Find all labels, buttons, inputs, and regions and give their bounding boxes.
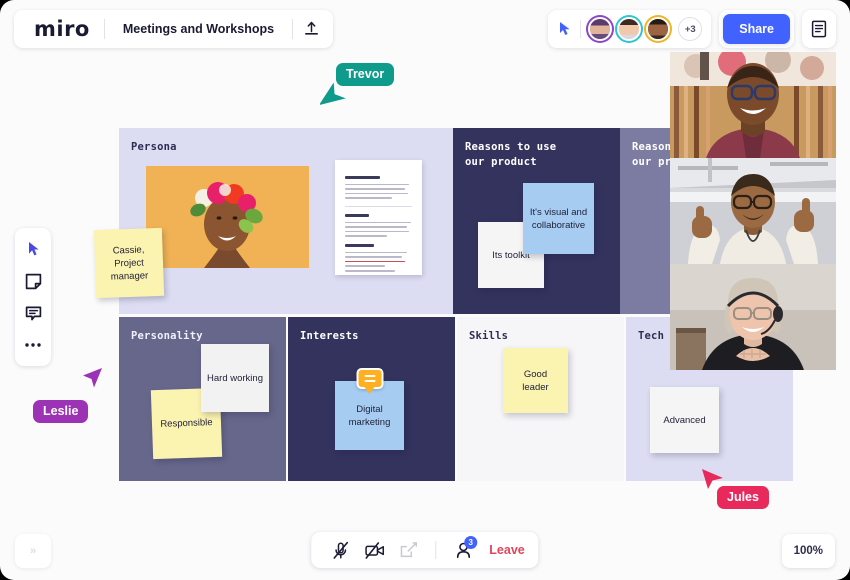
- sticky-note-hard-working[interactable]: Hard working: [201, 344, 269, 412]
- panel-title: Reasons to use our product: [465, 141, 557, 168]
- avatar[interactable]: [588, 17, 613, 41]
- call-toolbar: 3 Leave: [311, 532, 539, 568]
- comment-tool[interactable]: [18, 299, 48, 327]
- share-button-wrapper: Share: [719, 10, 794, 48]
- video-call-tiles: [670, 52, 836, 370]
- avatar[interactable]: [617, 17, 642, 41]
- sticky-note-cassie[interactable]: Cassie, Project manager: [93, 227, 165, 299]
- cursor-pointer-trevor: [318, 82, 348, 114]
- participants-count-badge: 3: [464, 536, 478, 549]
- avatar[interactable]: [646, 17, 671, 41]
- sticky-note-tool[interactable]: [18, 267, 48, 295]
- expand-panel-button[interactable]: »: [15, 534, 51, 568]
- avatar-divider: [580, 20, 582, 38]
- cursor-label-trevor: Trevor: [336, 63, 395, 86]
- screen-share-icon[interactable]: [393, 535, 423, 565]
- sticky-note-advanced[interactable]: Advanced: [650, 387, 719, 453]
- document-thumbnail[interactable]: [335, 160, 422, 275]
- cursor-icon[interactable]: [557, 21, 573, 37]
- panel-title: Interests: [300, 330, 359, 342]
- toolbar-divider: [435, 541, 437, 559]
- camera-muted-icon[interactable]: [359, 535, 389, 565]
- select-tool[interactable]: [18, 235, 48, 263]
- panel-persona[interactable]: Persona: [119, 128, 453, 314]
- leave-button[interactable]: Leave: [489, 543, 524, 557]
- collaborators-pill: +3: [548, 10, 712, 48]
- panel-title: Personality: [131, 330, 203, 342]
- video-tile-2[interactable]: [670, 158, 836, 264]
- top-right-controls: +3 Share: [548, 10, 836, 48]
- more-tools[interactable]: [18, 331, 48, 359]
- persona-photo[interactable]: [146, 166, 309, 268]
- video-tile-1[interactable]: [670, 52, 836, 158]
- zoom-level-button[interactable]: 100%: [781, 534, 835, 568]
- cursor-label-jules: Jules: [717, 486, 769, 509]
- sticky-note-good-leader[interactable]: Good leader: [503, 348, 568, 413]
- sticky-note-text: Digital marketing: [348, 403, 391, 428]
- comment-badge-icon[interactable]: [356, 368, 383, 389]
- microphone-muted-icon[interactable]: [325, 535, 355, 565]
- board-title[interactable]: Meetings and Workshops: [105, 22, 292, 36]
- miro-logo[interactable]: miro: [18, 17, 104, 41]
- cursor-pointer-leslie: [80, 366, 104, 395]
- panel-title: Skills: [469, 330, 509, 342]
- participants-icon[interactable]: 3: [448, 535, 478, 565]
- upload-icon[interactable]: [293, 12, 329, 46]
- cursor-label-leslie: Leslie: [33, 400, 89, 423]
- sticky-note-digital-marketing[interactable]: Digital marketing: [335, 368, 404, 450]
- share-button[interactable]: Share: [723, 14, 790, 44]
- panel-title: Persona: [131, 141, 177, 153]
- avatar-group: +3: [588, 17, 703, 41]
- notes-icon[interactable]: [802, 10, 836, 48]
- overflow-count-badge[interactable]: +3: [678, 17, 703, 41]
- header-bar: miro Meetings and Workshops: [14, 10, 334, 48]
- sticky-note-its-visual-and-collaborative[interactable]: It's visual and collaborative: [523, 183, 594, 254]
- miro-board-app: miro Meetings and Workshops +3 Share Per…: [0, 0, 850, 580]
- video-tile-3[interactable]: [670, 264, 836, 370]
- left-toolbar: [15, 228, 51, 366]
